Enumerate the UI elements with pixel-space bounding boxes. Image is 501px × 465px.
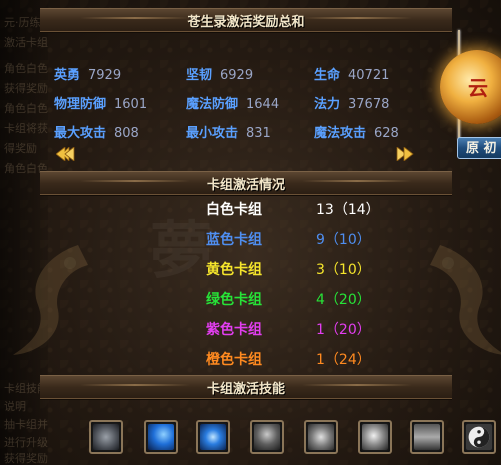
orb-skill-icon[interactable] xyxy=(358,420,392,454)
deck-count: 13（14） xyxy=(316,202,380,218)
origin-tab-button[interactable]: 原 初 xyxy=(457,137,501,159)
skill-glyph xyxy=(254,424,280,450)
skill-glyph xyxy=(200,424,226,450)
orb-glyph-icon: 云 xyxy=(468,76,488,100)
skill-glyph xyxy=(414,424,440,450)
stat-label: 最小攻击 xyxy=(186,126,239,141)
skills-section-title-bar: 卡组激活技能 xyxy=(40,375,452,399)
stat-value: 808 xyxy=(114,126,139,141)
stat-value: 1601 xyxy=(114,97,148,112)
deck-name: 绿色卡组 xyxy=(206,292,262,308)
deck-name: 蓝色卡组 xyxy=(206,232,262,248)
skills-section-title: 卡组激活技能 xyxy=(206,382,285,397)
deck-name: 白色卡组 xyxy=(206,202,262,218)
deck-name: 橙色卡组 xyxy=(206,352,262,368)
deck-row: 绿色卡组 4（20） xyxy=(0,289,501,317)
skill-glyph xyxy=(362,424,388,450)
stat-label: 英勇 xyxy=(54,68,81,83)
stats-grid: 英勇 7929 坚韧 6929 生命 40721 物理防御 1601 魔法防御 1644 … xyxy=(44,36,454,146)
yin-yang-skill-icon[interactable] xyxy=(462,420,496,454)
deck-count: 3（10） xyxy=(316,262,371,278)
deck-row: 白色卡组 13（14） xyxy=(0,199,501,227)
stat-value: 7929 xyxy=(88,68,122,83)
yin-yang-glyph-icon xyxy=(466,424,492,450)
stat-item: 英勇 7929 xyxy=(54,64,121,83)
deck-count: 4（20） xyxy=(316,292,371,308)
deck-section-title-bar: 卡组激活情况 xyxy=(40,171,452,195)
stat-item: 生命 40721 xyxy=(314,64,389,83)
prev-page-arrow-icon[interactable] xyxy=(56,147,78,161)
deck-count: 1（24） xyxy=(316,352,371,368)
deck-name: 黄色卡组 xyxy=(206,262,262,278)
crescent-slash-skill-icon[interactable] xyxy=(144,420,178,454)
stat-label: 魔法防御 xyxy=(186,97,239,112)
stat-item: 最大攻击 808 xyxy=(54,122,139,141)
stat-value: 831 xyxy=(246,126,271,141)
skill-glyph xyxy=(93,424,119,450)
skill-glyph xyxy=(308,424,334,450)
stat-item: 物理防御 1601 xyxy=(54,93,147,112)
deck-row: 黄色卡组 3（10） xyxy=(0,259,501,287)
deck-section-title: 卡组激活情况 xyxy=(206,178,285,193)
deck-count: 9（10） xyxy=(316,232,371,248)
deck-row: 紫色卡组 1（20） xyxy=(0,319,501,347)
stat-label: 魔法攻击 xyxy=(314,126,367,141)
skill-icon-row xyxy=(0,410,501,465)
deck-row: 橙色卡组 1（24） xyxy=(0,349,501,377)
stat-item: 魔法防御 1644 xyxy=(186,93,279,112)
stat-value: 37678 xyxy=(348,97,390,112)
storm-skill-icon[interactable] xyxy=(89,420,123,454)
stat-item: 法力 37678 xyxy=(314,93,389,112)
stat-label: 生命 xyxy=(314,68,341,83)
blue-vortex-skill-icon[interactable] xyxy=(196,420,230,454)
next-page-arrow-icon[interactable] xyxy=(393,147,415,161)
warrior-skill-icon[interactable] xyxy=(250,420,284,454)
stat-label: 坚韧 xyxy=(186,68,213,83)
rewards-title-bar: 苍生录激活奖励总和 xyxy=(40,8,452,32)
stat-item: 最小攻击 831 xyxy=(186,122,271,141)
stat-value: 1644 xyxy=(246,97,280,112)
rewards-title: 苍生录激活奖励总和 xyxy=(187,15,305,30)
deck-count: 1（20） xyxy=(316,322,371,338)
stat-label: 法力 xyxy=(314,97,341,112)
pillars-skill-icon[interactable] xyxy=(410,420,444,454)
stat-item: 坚韧 6929 xyxy=(186,64,253,83)
whirlwind-skill-icon[interactable] xyxy=(304,420,338,454)
stat-value: 6929 xyxy=(220,68,254,83)
stat-value: 40721 xyxy=(348,68,390,83)
stat-item: 魔法攻击 628 xyxy=(314,122,399,141)
card-deck-panel: 元·历练卡 激活卡组 角色白色 获得奖励 角色白色 卡组将获 得奖励 角色白色 … xyxy=(0,0,501,465)
stat-value: 628 xyxy=(374,126,399,141)
stat-label: 物理防御 xyxy=(54,97,107,112)
deck-row: 蓝色卡组 9（10） xyxy=(0,229,501,257)
skill-glyph xyxy=(148,424,174,450)
deck-name: 紫色卡组 xyxy=(206,322,262,338)
stat-label: 最大攻击 xyxy=(54,126,107,141)
